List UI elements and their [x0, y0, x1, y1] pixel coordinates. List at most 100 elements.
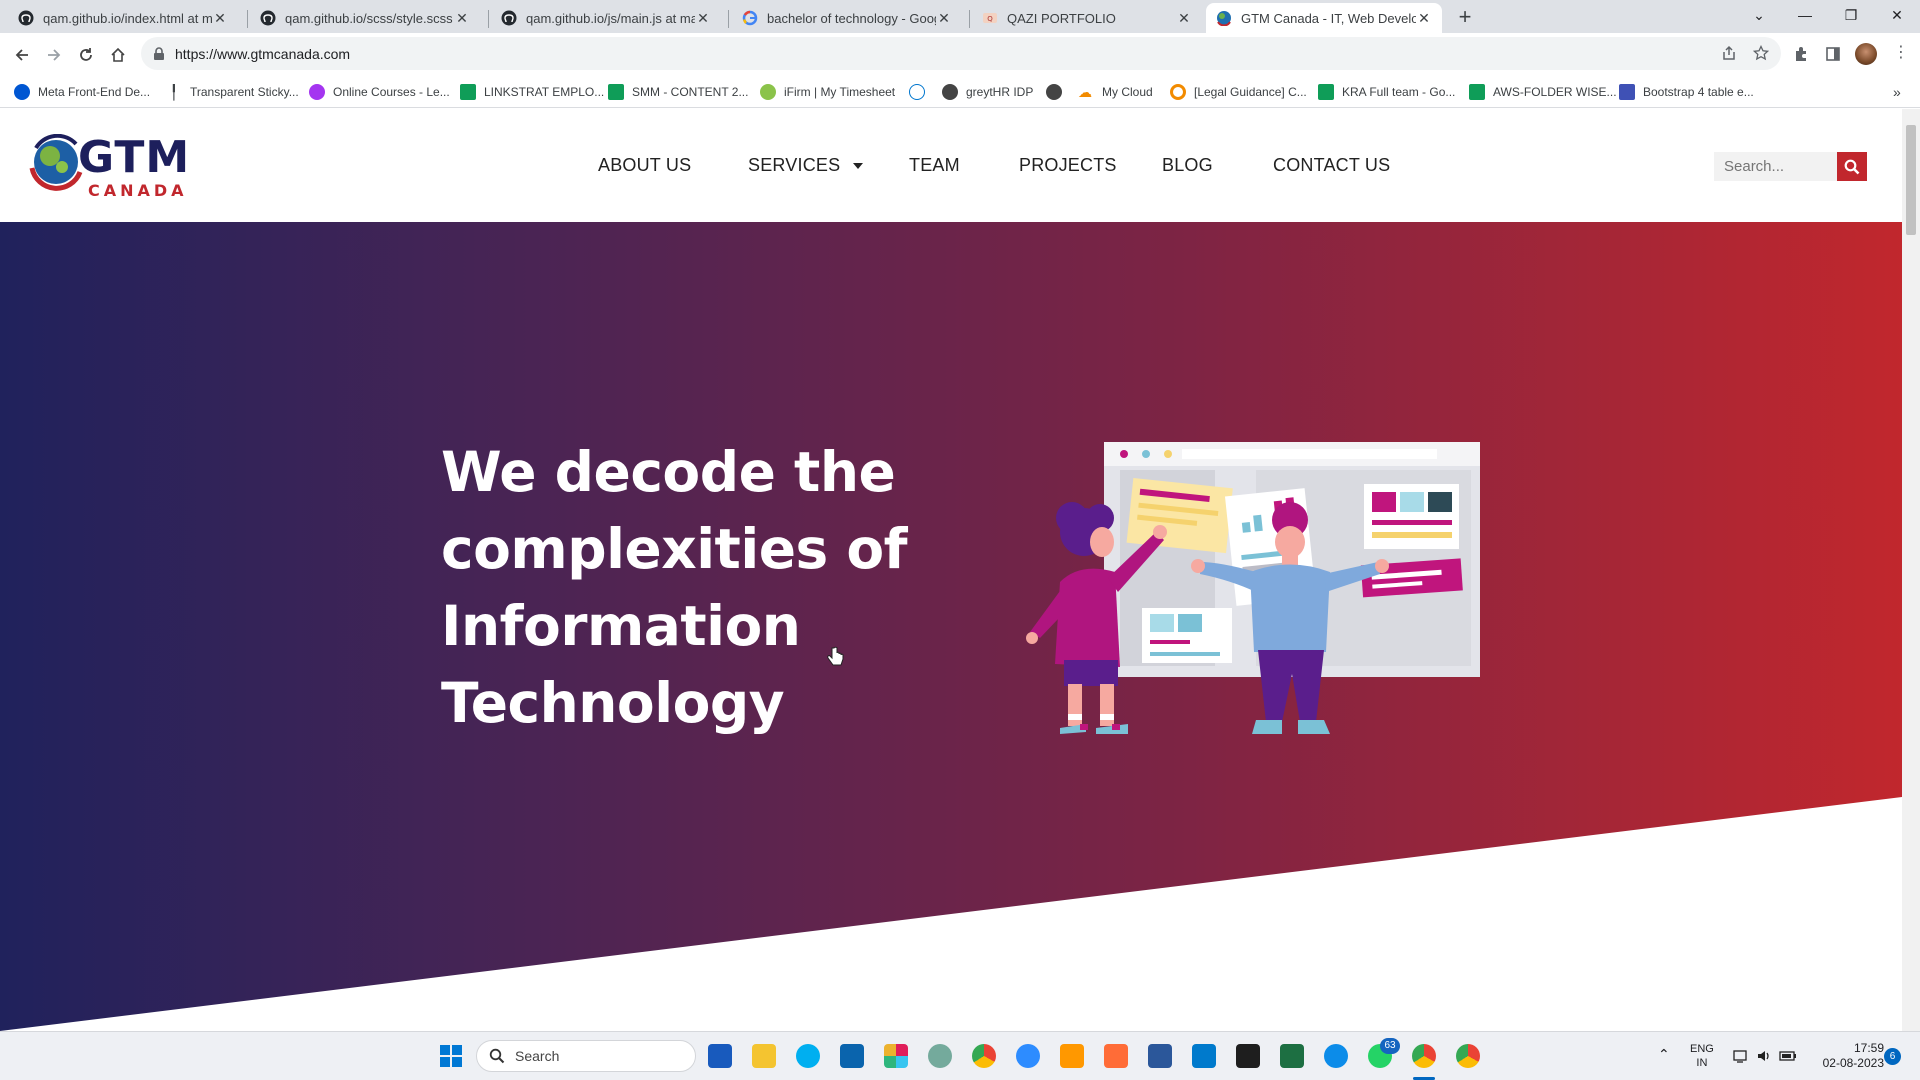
close-window-button[interactable]: ✕: [1874, 0, 1920, 30]
close-icon[interactable]: ✕: [1176, 10, 1192, 27]
bookmark-item[interactable]: ☁ My Cloud: [1078, 82, 1153, 102]
site-header: GTM CANADA ABOUT US SERVICES TEAM PROJEC…: [0, 109, 1902, 222]
bookmark-label: My Cloud: [1102, 85, 1153, 99]
excel-icon[interactable]: [1280, 1044, 1304, 1068]
tab-search-icon[interactable]: ⌄: [1736, 0, 1782, 30]
close-icon[interactable]: ✕: [1416, 10, 1432, 27]
chatgpt-icon[interactable]: [928, 1044, 952, 1068]
chrome-icon[interactable]: [1412, 1044, 1436, 1068]
postman-icon[interactable]: [1104, 1044, 1128, 1068]
url-text: https://www.gtmcanada.com: [175, 45, 351, 62]
chevron-up-icon[interactable]: ⌃: [1658, 1046, 1670, 1063]
nav-contact-us[interactable]: CONTACT US: [1273, 155, 1390, 176]
bookmark-item[interactable]: Meta Front-End De...: [14, 82, 150, 102]
sublime-icon[interactable]: [1060, 1044, 1084, 1068]
gtm-canada-logo[interactable]: GTM CANADA: [28, 132, 203, 200]
page-scrollbar[interactable]: [1902, 109, 1920, 1031]
nav-projects[interactable]: PROJECTS: [1019, 155, 1117, 176]
clock[interactable]: 17:59 02-08-2023: [1810, 1041, 1884, 1071]
profile-avatar[interactable]: [1855, 43, 1877, 65]
windows-start-icon[interactable]: [440, 1045, 462, 1067]
address-bar[interactable]: https://www.gtmcanada.com: [141, 37, 1781, 70]
bookmark-label: Meta Front-End De...: [38, 85, 151, 99]
vscode-icon[interactable]: [1192, 1044, 1216, 1068]
bookmark-item[interactable]: iFirm | My Timesheet: [760, 82, 895, 102]
bookmark-item[interactable]: [909, 82, 933, 102]
slack-icon[interactable]: [884, 1044, 908, 1068]
forward-button[interactable]: [40, 41, 68, 69]
nav-blog[interactable]: BLOG: [1162, 155, 1213, 176]
bookmark-item[interactable]: LINKSTRAT EMPLO...: [460, 82, 604, 102]
bookmark-label: LINKSTRAT EMPLO...: [484, 85, 605, 99]
file-explorer-icon[interactable]: [752, 1044, 776, 1068]
network-icon[interactable]: [1733, 1048, 1749, 1064]
svg-text:Q: Q: [987, 15, 993, 23]
close-icon[interactable]: ✕: [936, 10, 952, 27]
share-icon[interactable]: [1721, 45, 1737, 61]
close-icon[interactable]: ✕: [454, 10, 470, 27]
minimize-button[interactable]: —: [1782, 0, 1828, 30]
bookmarks-overflow-button[interactable]: »: [1893, 82, 1901, 102]
bookmark-item[interactable]: [Legal Guidance] C...: [1170, 82, 1307, 102]
bookmark-item[interactable]: greytHR IDP: [942, 82, 1033, 102]
browser-tab[interactable]: bachelor of technology - Google ✕: [732, 3, 962, 33]
bookmark-item[interactable]: KRA Full team - Go...: [1318, 82, 1455, 102]
site-search-input[interactable]: [1714, 152, 1837, 181]
skype-icon[interactable]: [796, 1044, 820, 1068]
browser-tab-strip: qam.github.io/index.html at main ✕ qam.g…: [0, 0, 1920, 33]
github-icon: [18, 10, 34, 26]
bookmark-label: Transparent Sticky...: [190, 85, 299, 99]
chrome-icon[interactable]: [1456, 1044, 1480, 1068]
language-indicator[interactable]: ENG IN: [1690, 1042, 1714, 1070]
menu-kebab-icon[interactable]: ⋮: [1893, 42, 1909, 62]
browser-tab[interactable]: qam.github.io/index.html at main ✕: [8, 3, 238, 33]
outlook-icon[interactable]: [840, 1044, 864, 1068]
notepad-icon[interactable]: [1148, 1044, 1172, 1068]
back-button[interactable]: [8, 41, 36, 69]
bookmark-item[interactable]: AWS-FOLDER WISE...: [1469, 82, 1617, 102]
battery-icon[interactable]: [1779, 1048, 1797, 1064]
browser-tab[interactable]: qam.github.io/js/main.js at main ✕: [491, 3, 721, 33]
bookmark-item[interactable]: Online Courses - Le...: [309, 82, 450, 102]
windows-taskbar: Search 63 ⌃ ENG IN 17:59 02-08-2023 6: [0, 1031, 1920, 1080]
chrome-icon[interactable]: [972, 1044, 996, 1068]
bookmark-label: Bootstrap 4 table e...: [1643, 85, 1754, 99]
pin-icon: ╿: [169, 84, 179, 100]
bookmark-item[interactable]: Bootstrap 4 table e...: [1619, 82, 1754, 102]
home-button[interactable]: [104, 41, 132, 69]
bookmark-label: AWS-FOLDER WISE...: [1493, 85, 1617, 99]
side-panel-icon[interactable]: [1825, 46, 1841, 62]
star-icon[interactable]: [1753, 45, 1769, 61]
new-tab-button[interactable]: +: [1453, 5, 1477, 29]
close-icon[interactable]: ✕: [212, 10, 228, 27]
tab-title: GTM Canada - IT, Web Developm: [1241, 10, 1416, 26]
bookmark-item[interactable]: ╿ Transparent Sticky...: [166, 82, 299, 102]
close-icon[interactable]: ✕: [695, 10, 711, 27]
restore-button[interactable]: ❐: [1828, 0, 1874, 30]
edge-icon[interactable]: [1324, 1044, 1348, 1068]
tab-separator: [728, 10, 729, 28]
notification-badge[interactable]: 6: [1884, 1048, 1901, 1065]
nav-team[interactable]: TEAM: [909, 155, 960, 176]
browser-tab[interactable]: qam.github.io/scss/style.scss at m ✕: [250, 3, 480, 33]
scrollbar-thumb[interactable]: [1906, 125, 1916, 235]
bookmark-item[interactable]: [1046, 82, 1070, 102]
circle-icon: [1170, 84, 1186, 100]
terminal-icon[interactable]: [1236, 1044, 1260, 1068]
nav-about-us[interactable]: ABOUT US: [598, 155, 691, 176]
site-search-button[interactable]: [1837, 152, 1867, 181]
search-icon: [1844, 159, 1860, 174]
nav-services[interactable]: SERVICES: [748, 155, 864, 176]
zoom-icon[interactable]: [1016, 1044, 1040, 1068]
word-icon[interactable]: [708, 1044, 732, 1068]
bookmark-label: Online Courses - Le...: [333, 85, 450, 99]
sheets-icon: [1318, 84, 1334, 100]
taskbar-search-box[interactable]: Search: [476, 1040, 696, 1072]
browser-tab-active[interactable]: GTM Canada - IT, Web Developm ✕: [1206, 3, 1442, 33]
reload-button[interactable]: [72, 41, 100, 69]
volume-icon[interactable]: [1756, 1048, 1772, 1064]
browser-tab[interactable]: Q QAZI PORTFOLIO ✕: [972, 3, 1202, 33]
sheets-icon: [608, 84, 624, 100]
bookmark-item[interactable]: SMM - CONTENT 2...: [608, 82, 748, 102]
extensions-icon[interactable]: [1793, 46, 1809, 62]
